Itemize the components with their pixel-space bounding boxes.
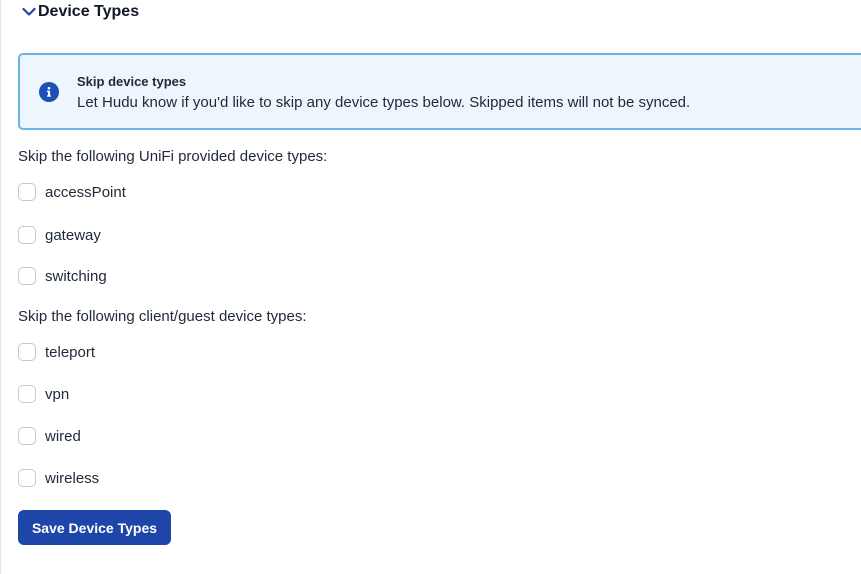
- checkbox-label: wired: [45, 427, 81, 445]
- save-device-types-button[interactable]: Save Device Types: [18, 510, 171, 545]
- checkbox-teleport[interactable]: [18, 343, 36, 361]
- checkbox-gateway[interactable]: [18, 226, 36, 244]
- checkbox-wireless[interactable]: [18, 469, 36, 487]
- checkbox-label: teleport: [45, 343, 96, 361]
- client-group-label: Skip the following client/guest device t…: [18, 308, 307, 325]
- checkbox-accesspoint[interactable]: [18, 183, 36, 201]
- checkbox-row-vpn[interactable]: vpn: [18, 383, 69, 405]
- chevron-down-icon: [21, 4, 37, 20]
- checkbox-switching[interactable]: [18, 267, 36, 285]
- info-title: Skip device types: [77, 74, 187, 89]
- info-text: Let Hudu know if you'd like to skip any …: [77, 94, 691, 111]
- checkbox-label: wireless: [45, 469, 100, 487]
- checkbox-row-gateway[interactable]: gateway: [18, 224, 101, 246]
- section-title: Device Types: [38, 3, 140, 20]
- checkbox-row-wired[interactable]: wired: [18, 425, 81, 447]
- device-types-section-header[interactable]: Device Types: [21, 2, 139, 22]
- checkbox-label: gateway: [45, 226, 101, 244]
- info-icon: [39, 82, 59, 102]
- checkbox-row-wireless[interactable]: wireless: [18, 467, 99, 489]
- checkbox-label: switching: [45, 267, 107, 285]
- device-types-page: Device Types Skip device types Let Hudu …: [0, 0, 861, 574]
- checkbox-wired[interactable]: [18, 427, 36, 445]
- info-alert: Skip device types Let Hudu know if you'd…: [18, 53, 861, 130]
- unifi-group-label: Skip the following UniFi provided device…: [18, 148, 328, 165]
- checkbox-row-teleport[interactable]: teleport: [18, 341, 95, 363]
- checkbox-label: accessPoint: [45, 183, 126, 201]
- checkbox-row-accesspoint[interactable]: accessPoint: [18, 181, 126, 203]
- checkbox-label: vpn: [45, 385, 70, 403]
- checkbox-row-switching[interactable]: switching: [18, 265, 107, 287]
- checkbox-vpn[interactable]: [18, 385, 36, 403]
